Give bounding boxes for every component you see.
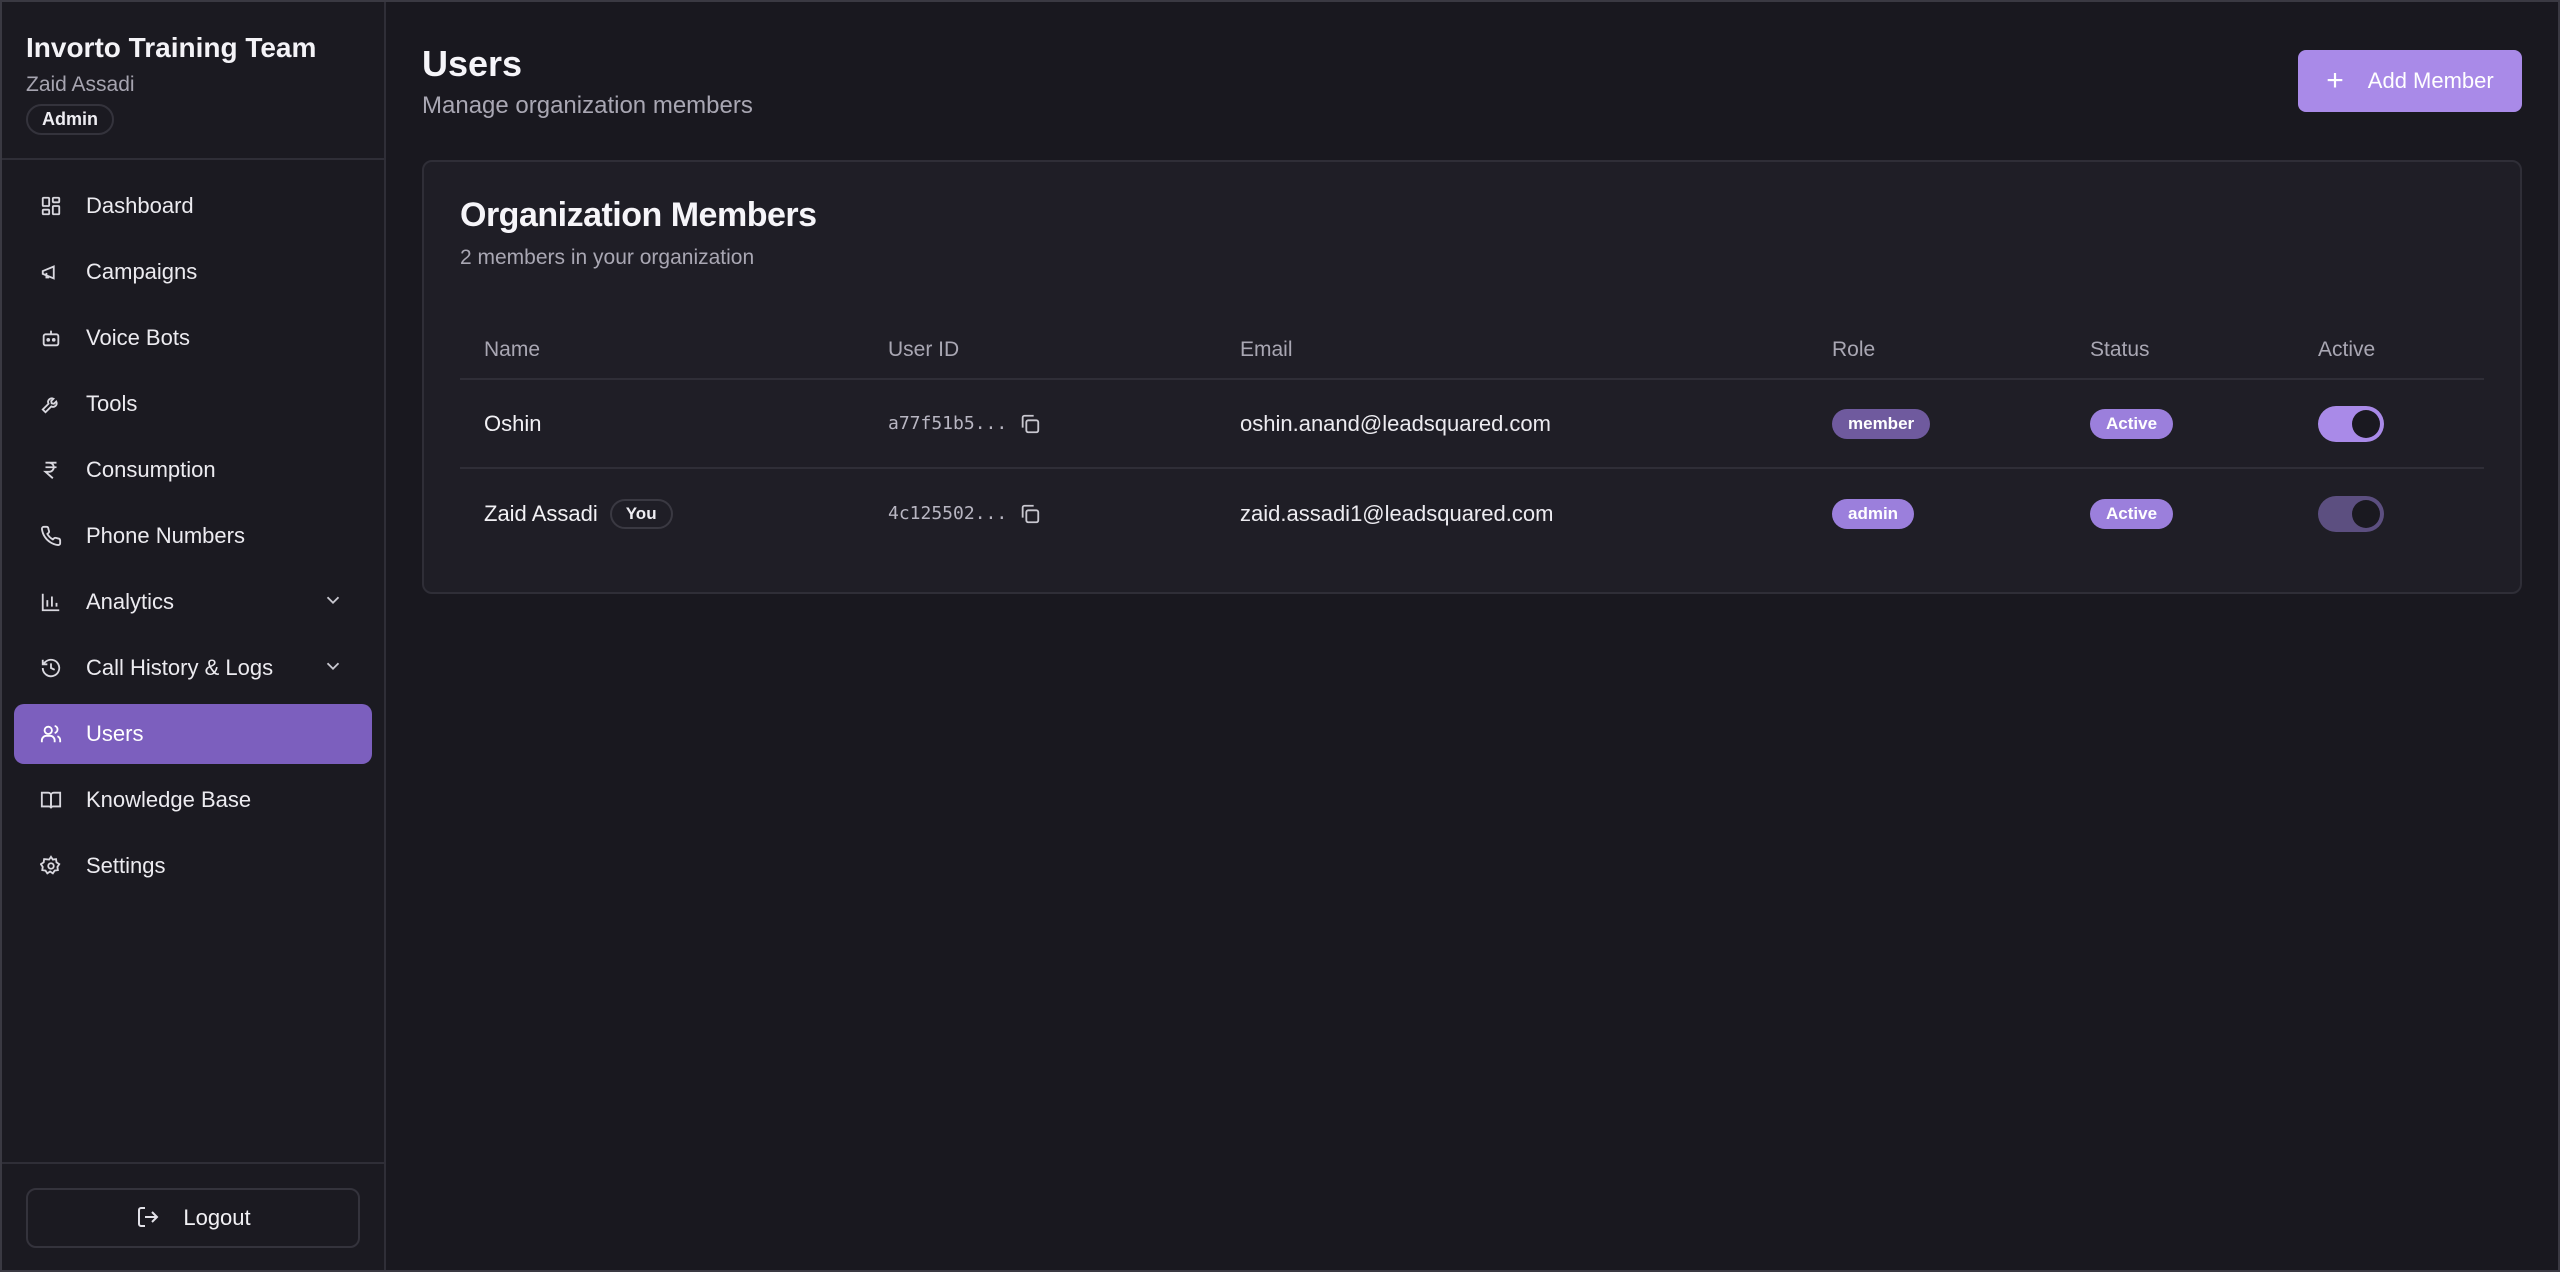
- dashboard-icon: [38, 193, 64, 219]
- member-name-cell: Zaid Assadi You: [484, 469, 673, 558]
- role-cell: member: [1832, 380, 1931, 467]
- sidebar-item-label: Analytics: [86, 589, 175, 614]
- sidebar-item-tools[interactable]: Tools: [14, 374, 372, 434]
- sidebar-item-label: Call History & Logs: [86, 655, 274, 680]
- user-id: 4c125502...: [888, 503, 1008, 524]
- card-title: Organization Members: [460, 196, 817, 234]
- chevron-down-icon[interactable]: [322, 589, 344, 611]
- role-badge: member: [1832, 408, 1931, 439]
- status-badge: Active: [2090, 408, 2174, 439]
- org-name: Invorto Training Team: [26, 32, 317, 63]
- sidebar-nav: Dashboard Campaigns Voice Bots Tools Con…: [2, 176, 384, 896]
- sidebar-item-voice-bots[interactable]: Voice Bots: [14, 308, 372, 368]
- column-header-role: Role: [1832, 338, 1876, 361]
- sidebar-item-settings[interactable]: Settings: [14, 836, 372, 896]
- role-cell: admin: [1832, 469, 1915, 558]
- sidebar-item-label: Settings: [86, 853, 166, 878]
- page-subtitle: Manage organization members: [422, 92, 753, 119]
- active-toggle[interactable]: [2318, 405, 2384, 442]
- sidebar-item-knowledge-base[interactable]: Knowledge Base: [14, 770, 372, 830]
- column-header-active: Active: [2318, 338, 2376, 361]
- sidebar-item-label: Phone Numbers: [86, 523, 245, 548]
- org-header: Invorto Training Team Zaid Assadi Admin: [2, 2, 384, 160]
- sidebar-item-label: Knowledge Base: [86, 787, 252, 812]
- status-badge: Active: [2090, 498, 2174, 529]
- column-header-status: Status: [2090, 338, 2150, 361]
- page-title: Users: [422, 43, 523, 84]
- add-member-label: Add Member: [2367, 68, 2494, 93]
- sidebar-item-users[interactable]: Users: [14, 704, 372, 764]
- sidebar-item-label: Dashboard: [86, 193, 194, 218]
- column-header-user-id: User ID: [888, 338, 960, 361]
- status-cell: Active: [2090, 469, 2174, 558]
- sidebar-item-dashboard[interactable]: Dashboard: [14, 176, 372, 236]
- table-row: Zaid Assadi You 4c125502... zaid.assadi1…: [460, 469, 2484, 558]
- wrench-icon: [38, 391, 64, 417]
- main-content: Users Manage organization members + Add …: [386, 2, 2558, 1270]
- bot-icon: [38, 325, 64, 351]
- sidebar: Invorto Training Team Zaid Assadi Admin …: [2, 2, 386, 1270]
- members-table: Name User ID Email Role Status Active Os…: [460, 322, 2484, 558]
- plus-icon: +: [2326, 64, 2344, 97]
- column-header-email: Email: [1240, 338, 1293, 361]
- status-cell: Active: [2090, 380, 2174, 467]
- user-role-badge: Admin: [26, 104, 114, 135]
- copy-icon[interactable]: [1019, 501, 1045, 527]
- sidebar-item-call-history[interactable]: Call History & Logs: [14, 638, 372, 698]
- sidebar-item-analytics[interactable]: Analytics: [14, 572, 372, 632]
- sidebar-item-label: Campaigns: [86, 259, 198, 284]
- active-cell: [2318, 469, 2384, 558]
- copy-icon[interactable]: [1019, 411, 1045, 437]
- user-id-cell: 4c125502...: [888, 469, 1045, 558]
- members-card: Organization Members 2 members in your o…: [422, 160, 2522, 594]
- sidebar-item-label: Voice Bots: [86, 325, 190, 350]
- table-row: Oshin a77f51b5... oshin.anand@leadsquare…: [460, 380, 2484, 469]
- card-subtitle: 2 members in your organization: [460, 246, 755, 269]
- user-id: a77f51b5...: [888, 413, 1008, 434]
- toggle-knob: [2352, 409, 2380, 438]
- sidebar-item-label: Consumption: [86, 457, 216, 482]
- rupee-icon: [38, 457, 64, 483]
- sidebar-item-consumption[interactable]: Consumption: [14, 440, 372, 500]
- bar-chart-icon: [38, 589, 64, 615]
- you-badge: You: [609, 498, 673, 529]
- logout-label: Logout: [183, 1205, 251, 1230]
- member-email: zaid.assadi1@leadsquared.com: [1240, 500, 1554, 526]
- megaphone-icon: [38, 259, 64, 285]
- table-header: Name User ID Email Role Status Active: [460, 322, 2484, 380]
- user-id-cell: a77f51b5...: [888, 380, 1045, 467]
- add-member-button[interactable]: + Add Member: [2298, 50, 2522, 112]
- sidebar-item-label: Tools: [86, 391, 138, 416]
- phone-icon: [38, 523, 64, 549]
- member-name: Oshin: [484, 410, 542, 436]
- sidebar-item-label: Users: [86, 721, 144, 746]
- member-name: Zaid Assadi: [484, 500, 598, 526]
- active-toggle[interactable]: [2318, 495, 2384, 532]
- gear-icon: [38, 853, 64, 879]
- toggle-knob: [2352, 499, 2380, 528]
- current-user-name: Zaid Assadi: [26, 73, 135, 96]
- column-header-name: Name: [484, 338, 541, 361]
- app-window: Invorto Training Team Zaid Assadi Admin …: [0, 0, 2560, 1272]
- sidebar-item-phone-numbers[interactable]: Phone Numbers: [14, 506, 372, 566]
- book-icon: [38, 787, 64, 813]
- logout-button[interactable]: Logout: [26, 1188, 360, 1248]
- history-icon: [38, 655, 64, 681]
- chevron-down-icon[interactable]: [322, 655, 344, 677]
- active-cell: [2318, 380, 2384, 467]
- role-badge: admin: [1832, 498, 1915, 529]
- logout-section: Logout: [2, 1162, 384, 1270]
- sidebar-item-campaigns[interactable]: Campaigns: [14, 242, 372, 302]
- member-email: oshin.anand@leadsquared.com: [1240, 410, 1551, 436]
- logout-icon: [135, 1205, 161, 1231]
- users-icon: [38, 721, 64, 747]
